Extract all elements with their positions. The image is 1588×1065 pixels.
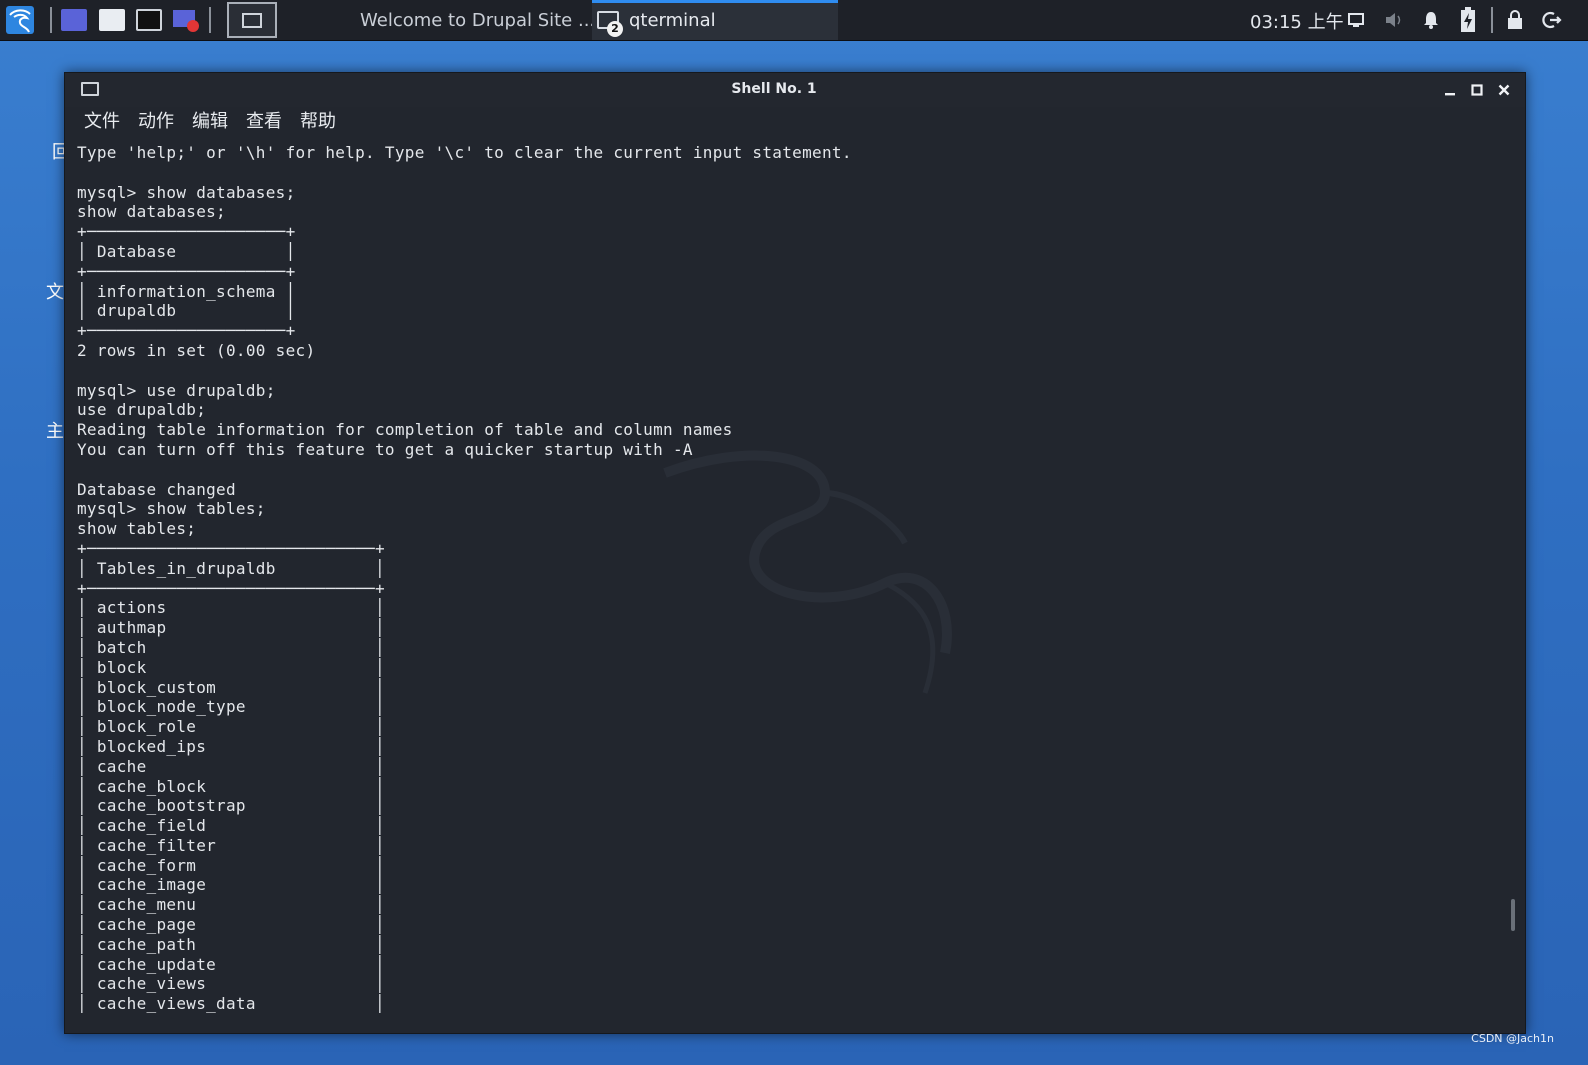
terminal-line: │ block_node_type │ [77,697,385,717]
battery-charging-icon[interactable] [1456,7,1480,32]
terminal-line: +─────────────────────────────+ [77,538,385,558]
terminal-line: │ block │ [77,657,385,677]
volume-muted-icon[interactable] [1382,8,1406,32]
terminal-line: │ authmap │ [77,618,385,638]
terminal-line: │ block_role │ [77,717,385,737]
terminal-line: │ cache_block │ [77,776,385,796]
terminal-line: use drupaldb; [77,400,207,420]
terminal-line: +────────────────────+ [77,321,296,341]
window-count-badge: 2 [607,21,623,37]
taskbar-separator [209,7,211,33]
menu-help[interactable]: 帮助 [291,109,345,135]
maximize-button[interactable] [1466,79,1488,101]
terminal-line: +────────────────────+ [77,222,296,242]
display-icon[interactable] [1344,8,1368,32]
menu-file[interactable]: 文件 [75,109,129,135]
task-label: Welcome to Drupal Site ... [360,9,592,31]
terminal-line: │ cache_page │ [77,915,385,935]
desktop-icon-label[interactable]: 文 [46,278,64,304]
terminal-line: show tables; [77,519,197,539]
terminal-line: │ cache_filter │ [77,835,385,855]
menu-view[interactable]: 查看 [237,109,291,135]
kali-menu-icon[interactable] [2,3,38,37]
terminal-line: +────────────────────+ [77,261,296,281]
taskbar: Welcome to Drupal Site ... 2 qterminal 0… [0,0,1588,41]
terminal-launcher-icon[interactable] [133,3,165,37]
taskbar-separator [50,7,52,33]
terminal-line: │ cache_update │ [77,954,385,974]
close-button[interactable] [1493,79,1515,101]
terminal-line: │ blocked_ips │ [77,736,385,756]
terminal-line: │ Tables_in_drupaldb │ [77,558,385,578]
terminal-line: 2 rows in set (0.00 sec) [77,340,316,360]
terminal-line: mysql> show databases; [77,182,296,202]
menu-edit[interactable]: 编辑 [183,109,237,135]
menu-bar: 文件 动作 编辑 查看 帮助 [75,109,345,135]
task-qterminal[interactable]: 2 qterminal [592,0,838,40]
menu-actions[interactable]: 动作 [129,109,183,135]
terminal-line: │ cache_form │ [77,855,385,875]
lock-icon[interactable] [1503,8,1527,32]
clock[interactable]: 03:15 上午 [1250,8,1344,34]
terminal-line: Database changed [77,479,236,499]
active-task-indicator [592,0,838,3]
terminal-line: │ cache │ [77,756,385,776]
terminal-line: │ cache_field │ [77,816,385,836]
window-icon [242,12,262,28]
desktop-icon-label[interactable]: 主 [46,417,64,443]
terminal-line: │ block_custom │ [77,677,385,697]
terminal-line: show databases; [77,202,226,222]
terminal-line: │ cache_bootstrap │ [77,796,385,816]
task-label: qterminal [629,9,716,31]
window-title: Shell No. 1 [731,81,817,97]
terminal-line: mysql> show tables; [77,499,266,519]
task-firefox[interactable]: Welcome to Drupal Site ... [340,0,592,40]
terminal-line: │ cache_menu │ [77,895,385,915]
terminal-output[interactable]: Type 'help;' or '\h' for help. Type '\c'… [77,143,1497,1023]
terminal-line: │ cache_views │ [77,974,385,994]
terminal-line: │ drupaldb │ [77,301,296,321]
terminal-line: │ batch │ [77,637,385,657]
window-titlebar[interactable]: Shell No. 1 [65,73,1525,107]
terminal-line: │ actions │ [77,598,385,618]
logout-icon[interactable] [1540,8,1564,32]
watermark: CSDN @Jach1n [1471,1032,1554,1045]
terminal-line: │ cache_image │ [77,875,385,895]
terminal-line: │ information_schema │ [77,281,296,301]
terminal-line: mysql> use drupaldb; [77,380,276,400]
notifications-bell-icon[interactable] [1419,8,1443,32]
terminal-line: +─────────────────────────────+ [77,578,385,598]
terminal-line: │ cache_path │ [77,934,385,954]
terminal-icon: 2 [597,11,623,37]
show-desktop-icon[interactable] [58,3,90,37]
taskbar-separator [1491,7,1493,33]
terminal-scrollbar[interactable] [1511,899,1515,931]
terminal-line: │ cache_views_data │ [77,994,385,1014]
terminal-line: You can turn off this feature to get a q… [77,439,693,459]
terminal-line: │ Database │ [77,241,296,261]
terminal-line: Reading table information for completion… [77,420,733,440]
workspace-switcher-button[interactable] [227,2,277,38]
file-manager-icon[interactable] [96,3,128,37]
minimize-button[interactable] [1439,79,1461,101]
terminal-window: Shell No. 1 文件 动作 编辑 查看 帮助 Type 'help;' … [64,72,1526,1034]
terminal-line: Type 'help;' or '\h' for help. Type '\c'… [77,143,852,162]
screen-recorder-icon[interactable] [170,3,202,37]
